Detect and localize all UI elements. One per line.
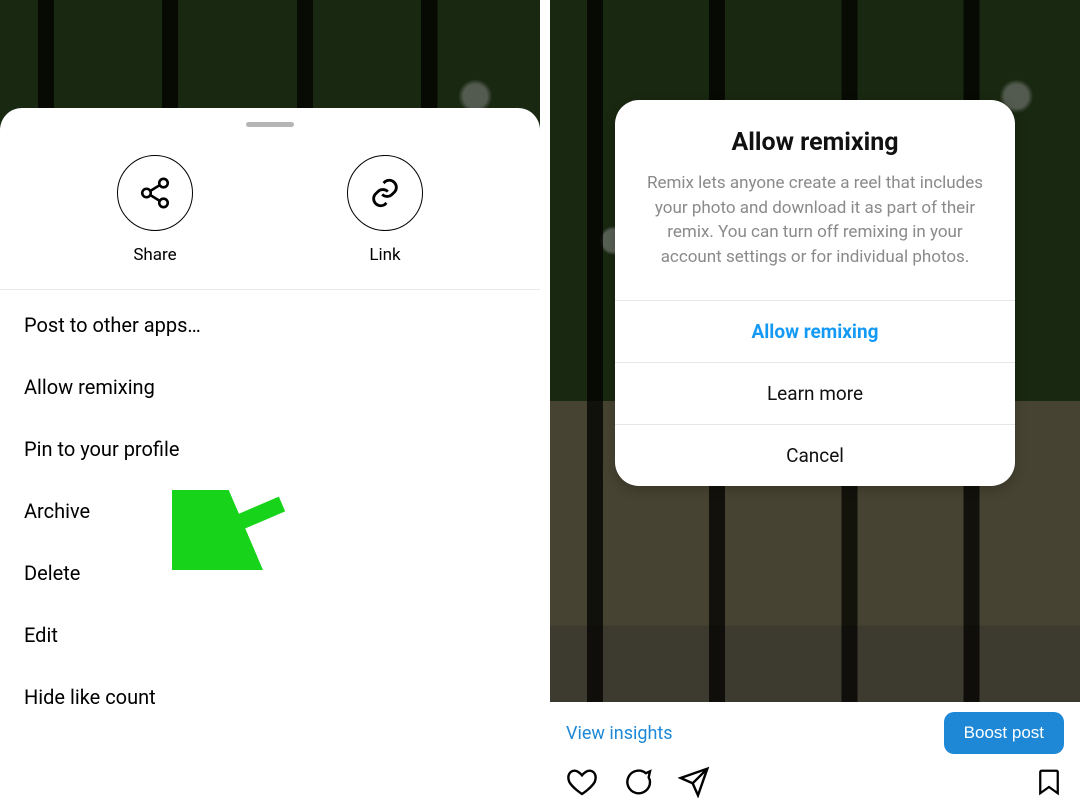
menu-pin-profile[interactable]: Pin to your profile <box>0 418 540 480</box>
post-action-bar: View insights Boost post <box>550 702 1080 802</box>
menu-delete[interactable]: Delete <box>0 542 540 604</box>
link-button[interactable] <box>347 155 423 231</box>
post-icon-row <box>566 766 1064 798</box>
dialog-cancel-button[interactable]: Cancel <box>615 424 1015 486</box>
link-icon <box>368 176 402 210</box>
share-label: Share <box>90 245 220 265</box>
comment-icon[interactable] <box>622 766 654 798</box>
sheet-menu: Post to other apps… Allow remixing Pin t… <box>0 290 540 728</box>
dialog-body: Remix lets anyone create a reel that inc… <box>643 171 987 270</box>
share-action[interactable]: Share <box>90 155 220 265</box>
options-bottom-sheet: Share Link Post to o <box>0 108 540 802</box>
menu-hide-like-count[interactable]: Hide like count <box>0 666 540 728</box>
left-screenshot: Share Link Post to o <box>0 0 540 802</box>
send-icon[interactable] <box>678 766 710 798</box>
insights-row: View insights Boost post <box>566 712 1064 754</box>
menu-post-other-apps[interactable]: Post to other apps… <box>0 294 540 356</box>
boost-post-button[interactable]: Boost post <box>944 712 1064 754</box>
allow-remixing-dialog: Allow remixing Remix lets anyone create … <box>615 100 1015 486</box>
bookmark-icon[interactable] <box>1034 767 1064 797</box>
menu-edit[interactable]: Edit <box>0 604 540 666</box>
dialog-title: Allow remixing <box>635 128 995 157</box>
panes-divider <box>540 0 550 802</box>
link-label: Link <box>320 245 450 265</box>
link-action[interactable]: Link <box>320 155 450 265</box>
sheet-action-row: Share Link <box>0 127 540 289</box>
like-icon[interactable] <box>566 766 598 798</box>
menu-allow-remixing[interactable]: Allow remixing <box>0 356 540 418</box>
right-screenshot: View insights Boost post <box>550 0 1080 802</box>
view-insights-link[interactable]: View insights <box>566 723 673 744</box>
dialog-allow-remixing-button[interactable]: Allow remixing <box>615 300 1015 362</box>
share-button[interactable] <box>117 155 193 231</box>
dialog-learn-more-button[interactable]: Learn more <box>615 362 1015 424</box>
share-icon <box>138 176 172 210</box>
menu-archive[interactable]: Archive <box>0 480 540 542</box>
